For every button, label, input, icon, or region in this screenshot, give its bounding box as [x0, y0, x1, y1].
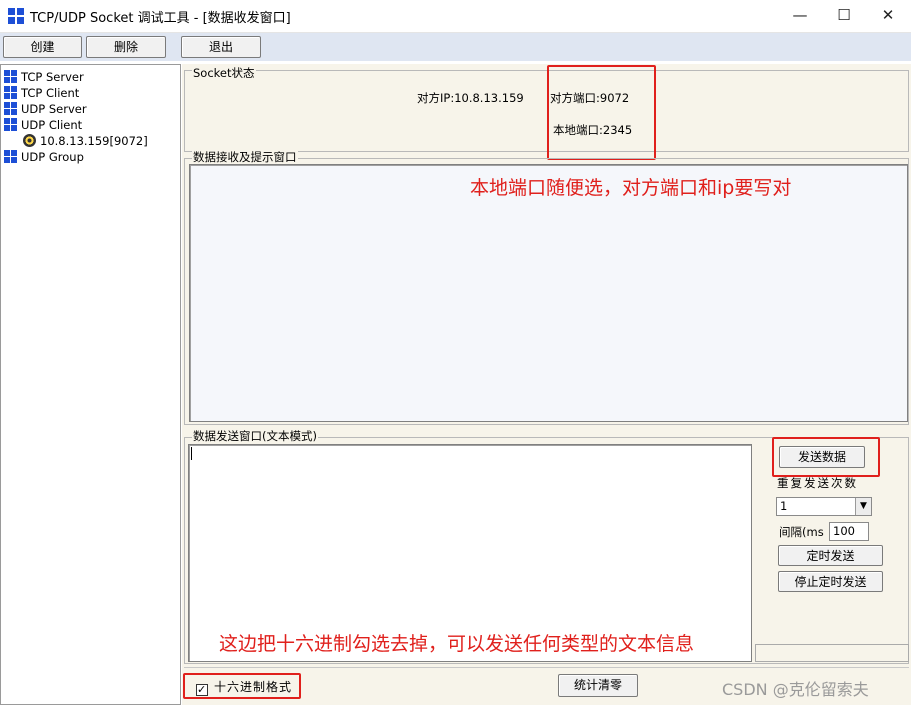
main-panel: Socket状态 对方IP:10.8.13.159 对方端口:9072 本地端口…	[182, 64, 911, 705]
connection-tree: TCP Server TCP Client UDP Server UDP Cli…	[0, 64, 181, 705]
grid-icon	[4, 86, 17, 99]
receive-textarea[interactable]	[189, 164, 908, 422]
tree-item-udp-group[interactable]: UDP Group	[4, 149, 84, 165]
stop-timed-send-button[interactable]: 停止定时发送	[778, 571, 883, 592]
toolbar: 创建 删除 退出	[0, 33, 911, 61]
tree-item-label: TCP Server	[21, 70, 84, 84]
tree-item-label: TCP Client	[21, 86, 80, 100]
text-cursor	[191, 447, 192, 460]
title-bar: TCP/UDP Socket 调试工具 - [数据收发窗口] — ☐ ✕	[0, 0, 911, 33]
connection-icon	[23, 134, 36, 147]
tree-item-label: 10.8.13.159[9072]	[40, 134, 148, 148]
repeat-count-label: 重复发送次数	[777, 476, 858, 490]
socket-status-label: Socket状态	[192, 66, 256, 80]
tree-item-label: UDP Server	[21, 102, 87, 116]
chevron-down-icon[interactable]: ▼	[855, 498, 871, 515]
close-icon[interactable]: ✕	[865, 0, 911, 32]
tree-item-label: UDP Client	[21, 118, 83, 132]
send-button-highlight-box	[772, 437, 880, 477]
grid-icon	[4, 150, 17, 163]
maximize-icon[interactable]: ☐	[821, 0, 867, 32]
tree-item-udp-server[interactable]: UDP Server	[4, 101, 87, 117]
grid-icon	[4, 70, 17, 83]
receive-group-label: 数据接收及提示窗口	[192, 150, 298, 164]
tree-item-tcp-client[interactable]: TCP Client	[4, 85, 79, 101]
port-annotation: 本地端口随便选，对方端口和ip要写对	[470, 177, 792, 199]
watermark: CSDN @克伦留索夫	[722, 680, 869, 699]
create-button[interactable]: 创建	[3, 36, 82, 58]
minimize-icon[interactable]: —	[777, 0, 823, 32]
timed-send-button[interactable]: 定时发送	[778, 545, 883, 566]
delete-button[interactable]: 删除	[86, 36, 166, 58]
repeat-count-select[interactable]: 1 ▼	[776, 497, 872, 516]
port-highlight-box	[547, 65, 656, 160]
interval-label: 间隔(ms	[779, 525, 824, 539]
tree-item-label: UDP Group	[21, 150, 84, 164]
peer-ip: 对方IP:10.8.13.159	[417, 91, 524, 105]
window-title: TCP/UDP Socket 调试工具 - [数据收发窗口]	[30, 11, 291, 26]
send-group-label: 数据发送窗口(文本模式)	[192, 429, 318, 443]
interval-input[interactable]: 100	[829, 522, 869, 541]
clear-stats-button[interactable]: 统计清零	[558, 674, 638, 697]
app-icon	[8, 8, 24, 24]
send-status-box	[755, 644, 909, 662]
tree-item-udp-client-connection[interactable]: 10.8.13.159[9072]	[23, 133, 148, 149]
tree-item-tcp-server[interactable]: TCP Server	[4, 69, 84, 85]
exit-button[interactable]: 退出	[181, 36, 261, 58]
grid-icon	[4, 118, 17, 131]
grid-icon	[4, 102, 17, 115]
hex-highlight-box	[183, 673, 301, 699]
repeat-count-value: 1	[780, 499, 788, 513]
hex-annotation: 这边把十六进制勾选去掉，可以发送任何类型的文本信息	[219, 633, 695, 655]
send-textarea[interactable]	[188, 444, 752, 662]
tree-item-udp-client[interactable]: UDP Client	[4, 117, 82, 133]
